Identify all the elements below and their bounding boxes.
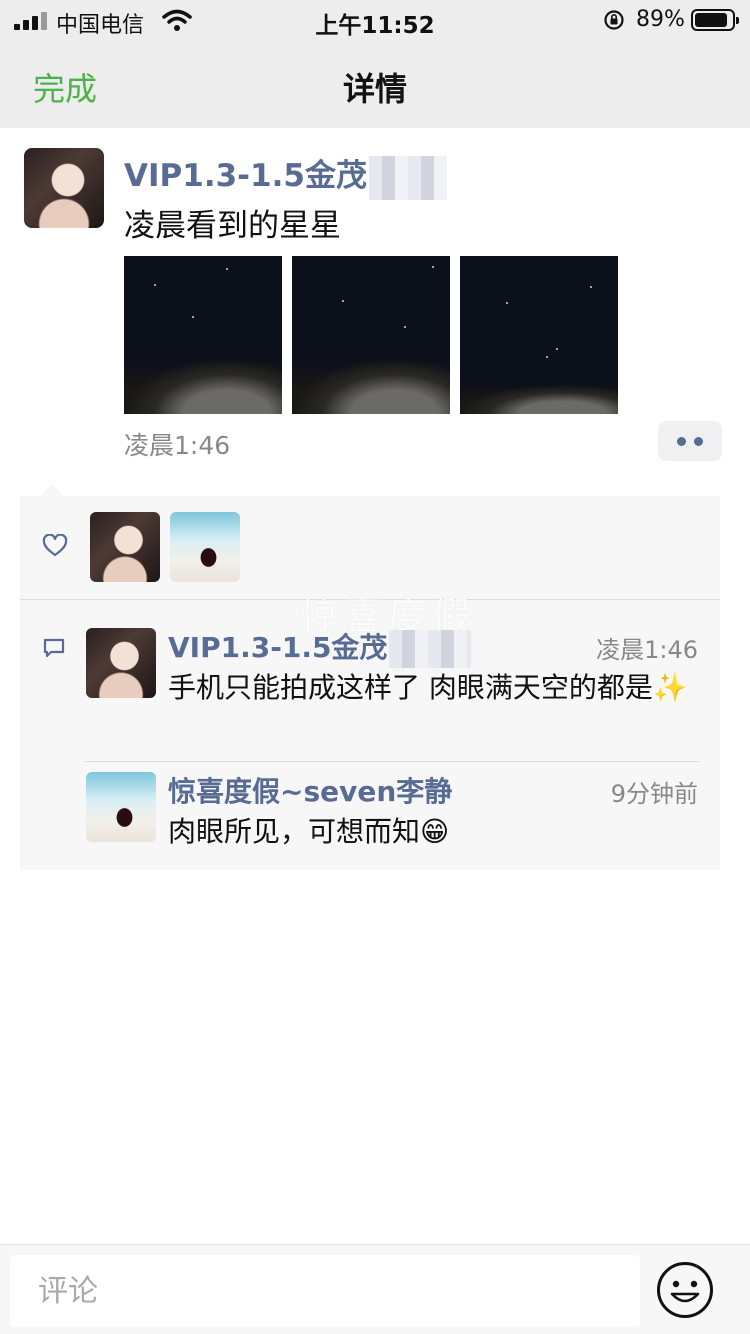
comment-text[interactable]: 手机只能拍成这样了 肉眼满天空的都是✨: [168, 670, 708, 706]
post-photo-2[interactable]: [292, 256, 450, 414]
orientation-lock-icon: [604, 10, 624, 30]
comment-avatar[interactable]: [86, 628, 156, 698]
like-avatar[interactable]: [90, 512, 160, 582]
name-mosaic: [389, 630, 472, 668]
more-actions-button[interactable]: [658, 421, 722, 461]
post-photo-3[interactable]: [460, 256, 618, 414]
like-avatar[interactable]: [170, 512, 240, 582]
more-dots-icon: [677, 437, 686, 446]
smiley-face-icon[interactable]: [656, 1261, 714, 1319]
post-author-name-text: VIP1.3-1.5金茂: [124, 158, 367, 194]
nav-bar: 完成 详情: [0, 40, 750, 128]
comment-author-name[interactable]: 惊喜度假~seven李静: [168, 770, 452, 810]
battery-icon: [691, 9, 739, 31]
post-author-avatar[interactable]: [24, 148, 104, 228]
page-title: 详情: [342, 70, 407, 108]
comment-time: 凌晨1:46: [596, 636, 698, 664]
comment-avatar[interactable]: [86, 772, 156, 842]
status-bar: 中国电信 上午11:52 89%: [0, 0, 750, 40]
post-time: 凌晨1:46: [124, 431, 231, 460]
post-text: 凌晨看到的星星: [124, 208, 341, 244]
battery-percent: 89%: [636, 7, 685, 32]
comment-input-bar: [0, 1244, 750, 1334]
name-mosaic: [368, 155, 447, 200]
post-photo-1[interactable]: [124, 256, 282, 414]
comment-time: 9分钟前: [610, 780, 698, 808]
heart-outline-icon: [42, 534, 68, 557]
comment-bubble-icon: [43, 638, 65, 658]
comment-input[interactable]: [10, 1255, 640, 1327]
comment-divider: [84, 761, 700, 762]
comment-author-name[interactable]: VIP1.3-1.5金茂: [168, 626, 472, 668]
comment-author-name-text: VIP1.3-1.5金茂: [168, 631, 388, 664]
post-author-name[interactable]: VIP1.3-1.5金茂: [124, 150, 447, 200]
comment-text[interactable]: 肉眼所见，可想而知😁: [168, 814, 449, 850]
panel-arrow: [40, 484, 64, 496]
